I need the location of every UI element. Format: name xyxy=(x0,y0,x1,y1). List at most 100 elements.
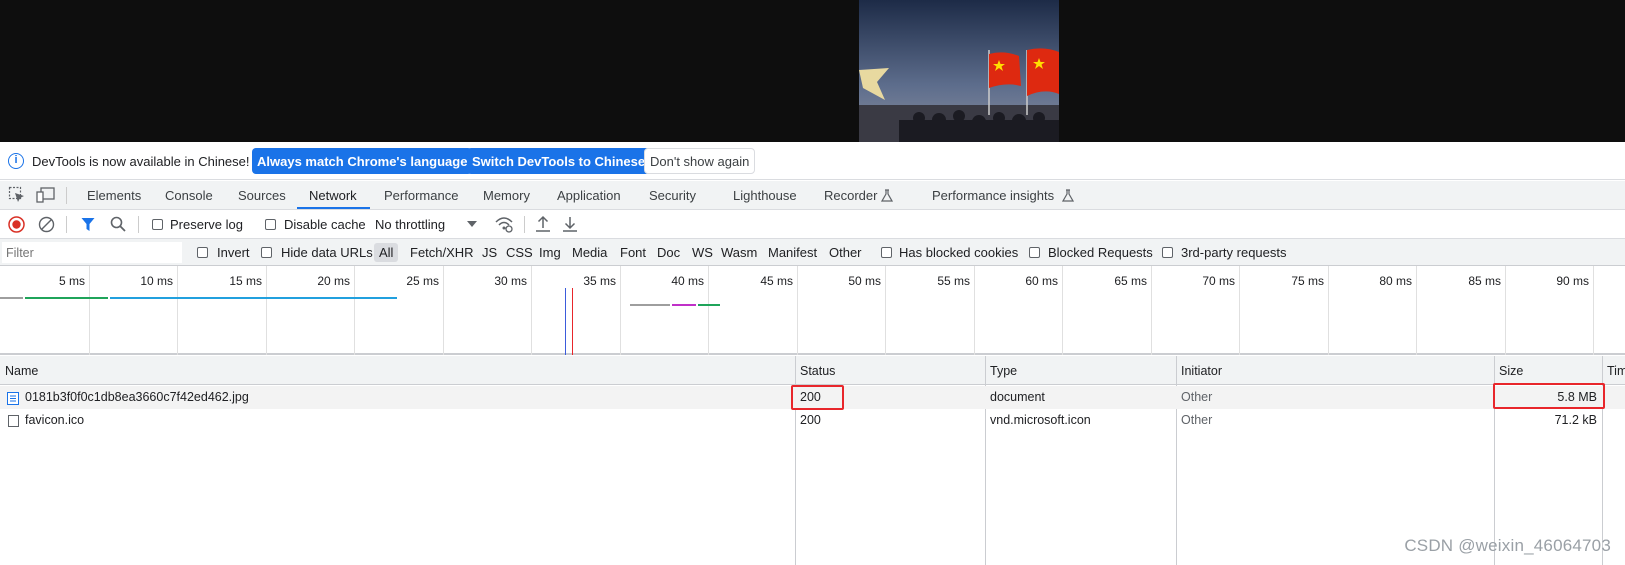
tab-performance-insights[interactable]: Performance insights xyxy=(932,188,1054,203)
tab-network[interactable]: Network xyxy=(309,188,357,203)
timeline-gridline xyxy=(531,266,532,355)
inspect-element-icon[interactable] xyxy=(8,186,26,204)
language-infobar: i DevTools is now available in Chinese! … xyxy=(0,142,1625,180)
type-filter-all[interactable]: All xyxy=(374,243,399,262)
column-name[interactable]: Name xyxy=(5,364,38,378)
timeline-tick-label: 75 ms xyxy=(1291,274,1324,288)
blocked-requests-label[interactable]: Blocked Requests xyxy=(1048,245,1153,260)
type-filter-js[interactable]: JS xyxy=(482,245,497,260)
blocked-requests-checkbox[interactable] xyxy=(1029,247,1040,258)
tab-elements[interactable]: Elements xyxy=(87,188,141,203)
has-blocked-cookies-checkbox[interactable] xyxy=(881,247,892,258)
request-type: vnd.microsoft.icon xyxy=(990,413,1091,427)
separator xyxy=(524,216,525,233)
column-status[interactable]: Status xyxy=(800,364,835,378)
type-filter-ws[interactable]: WS xyxy=(692,245,713,260)
experiment-flask-icon xyxy=(881,189,893,202)
disable-cache-checkbox[interactable] xyxy=(265,219,276,230)
timeline-gridline xyxy=(797,266,798,355)
tab-memory[interactable]: Memory xyxy=(483,188,530,203)
timeline-tick-label: 65 ms xyxy=(1114,274,1147,288)
export-har-icon[interactable] xyxy=(562,215,578,233)
timeline-tick-label: 35 ms xyxy=(583,274,616,288)
hide-data-urls-checkbox[interactable] xyxy=(261,247,272,258)
tab-sources[interactable]: Sources xyxy=(238,188,286,203)
timeline-gridline xyxy=(1593,266,1594,355)
import-har-icon[interactable] xyxy=(535,215,551,233)
switch-to-chinese-button[interactable]: Switch DevTools to Chinese xyxy=(467,148,651,174)
timeline-tick-label: 50 ms xyxy=(848,274,881,288)
third-party-checkbox[interactable] xyxy=(1162,247,1173,258)
timeline-gridline xyxy=(443,266,444,355)
size-highlight-box xyxy=(1493,383,1605,409)
disable-cache-label[interactable]: Disable cache xyxy=(284,217,366,232)
timeline-tick-label: 85 ms xyxy=(1468,274,1501,288)
preserve-log-checkbox[interactable] xyxy=(152,219,163,230)
timeline-tick-label: 25 ms xyxy=(406,274,439,288)
chevron-down-icon[interactable] xyxy=(467,221,477,228)
requests-table: Name Status Type Initiator Size Tim 0181… xyxy=(0,356,1625,565)
timeline-gridline xyxy=(266,266,267,355)
domcontentloaded-marker xyxy=(565,288,566,355)
timeline-gridline xyxy=(1328,266,1329,355)
table-row[interactable]: favicon.ico 200 vnd.microsoft.icon Other… xyxy=(0,409,1625,432)
timeline-tick-label: 40 ms xyxy=(671,274,704,288)
type-filter-css[interactable]: CSS xyxy=(506,245,533,260)
filter-icon[interactable] xyxy=(81,217,95,232)
tab-application[interactable]: Application xyxy=(557,188,621,203)
clear-icon[interactable] xyxy=(38,216,55,233)
timeline-tick-label: 70 ms xyxy=(1202,274,1235,288)
tab-performance[interactable]: Performance xyxy=(384,188,458,203)
timeline-tick-label: 45 ms xyxy=(760,274,793,288)
active-tab-indicator xyxy=(297,207,370,209)
table-header: Name Status Type Initiator Size Tim xyxy=(0,356,1625,385)
preserve-log-label[interactable]: Preserve log xyxy=(170,217,243,232)
request-initiator: Other xyxy=(1181,390,1213,404)
network-overview-timeline[interactable]: 5 ms 10 ms 15 ms 20 ms 25 ms 30 ms 35 ms 40 ms 4… xyxy=(0,266,1625,355)
column-initiator[interactable]: Initiator xyxy=(1181,364,1222,378)
request-name: 0181b3f0f0c1db8ea3660c7f42ed462.jpg xyxy=(25,390,249,404)
timeline-gridline xyxy=(177,266,178,355)
column-type[interactable]: Type xyxy=(990,364,1017,378)
timeline-gridline xyxy=(708,266,709,355)
timeline-gridline xyxy=(885,266,886,355)
type-filter-manifest[interactable]: Manifest xyxy=(768,245,817,260)
network-conditions-icon[interactable] xyxy=(494,215,514,233)
page-viewport xyxy=(0,0,1625,142)
type-filter-other[interactable]: Other xyxy=(829,245,862,260)
network-filterbar: Invert Hide data URLs All Fetch/XHR JS C… xyxy=(0,239,1625,266)
type-filter-img[interactable]: Img xyxy=(539,245,561,260)
tab-recorder[interactable]: Recorder xyxy=(824,188,877,203)
dont-show-again-button[interactable]: Don't show again xyxy=(644,148,756,174)
hide-data-urls-label[interactable]: Hide data URLs xyxy=(281,245,373,260)
always-match-language-button[interactable]: Always match Chrome's language xyxy=(252,148,473,174)
type-filter-doc[interactable]: Doc xyxy=(657,245,680,260)
timeline-tick-label: 80 ms xyxy=(1379,274,1412,288)
column-time[interactable]: Tim xyxy=(1607,364,1625,378)
device-toolbar-icon[interactable] xyxy=(36,186,56,204)
tab-lighthouse[interactable]: Lighthouse xyxy=(733,188,797,203)
document-icon xyxy=(7,392,19,405)
devtools-tabbar: Elements Console Sources Network Perform… xyxy=(0,181,1625,210)
type-filter-font[interactable]: Font xyxy=(620,245,646,260)
watermark: CSDN @weixin_46064703 xyxy=(1404,536,1611,555)
timeline-gridline xyxy=(354,266,355,355)
has-blocked-cookies-label[interactable]: Has blocked cookies xyxy=(899,245,1018,260)
search-icon[interactable] xyxy=(110,216,126,232)
invert-label[interactable]: Invert xyxy=(217,245,250,260)
tab-security[interactable]: Security xyxy=(649,188,696,203)
type-filter-media[interactable]: Media xyxy=(572,245,607,260)
timeline-tick-label: 90 ms xyxy=(1556,274,1589,288)
filter-input[interactable] xyxy=(2,242,182,263)
load-marker xyxy=(572,288,573,355)
type-filter-fetch-xhr[interactable]: Fetch/XHR xyxy=(410,245,474,260)
stop-recording-icon[interactable] xyxy=(8,216,25,233)
timeline-tick-label: 55 ms xyxy=(937,274,970,288)
third-party-label[interactable]: 3rd-party requests xyxy=(1181,245,1287,260)
file-icon xyxy=(8,415,19,427)
throttling-select[interactable]: No throttling xyxy=(375,217,445,232)
column-size[interactable]: Size xyxy=(1499,364,1523,378)
type-filter-wasm[interactable]: Wasm xyxy=(721,245,757,260)
invert-checkbox[interactable] xyxy=(197,247,208,258)
tab-console[interactable]: Console xyxy=(165,188,213,203)
